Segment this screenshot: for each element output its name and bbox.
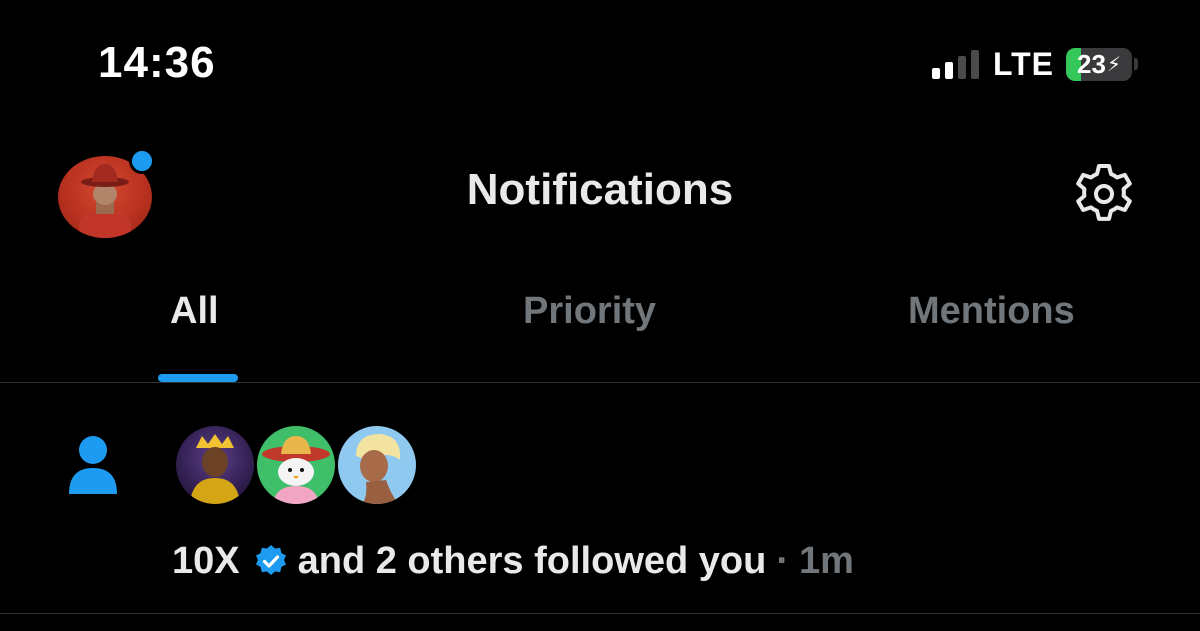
tab-all[interactable]: All <box>170 290 219 382</box>
verified-badge-icon <box>255 545 286 575</box>
notifications-screen: 14:36 LTE 23 ⚡ Notifications All Priority… <box>0 0 1200 631</box>
battery-nub <box>1134 58 1138 70</box>
battery-percent: 23 <box>1077 48 1106 79</box>
signal-strength-icon <box>931 49 979 79</box>
tab-priority[interactable]: Priority <box>523 290 656 382</box>
notification-text: 10X and 2 others followed you · 1m <box>172 537 854 585</box>
penguin-sombrero-avatar[interactable] <box>255 424 337 506</box>
status-time: 14:36 <box>98 38 216 87</box>
follower-name[interactable]: 10X <box>172 540 240 583</box>
battery-icon: 23 ⚡ <box>1066 47 1132 81</box>
king-avatar[interactable] <box>174 424 256 506</box>
blonde-woman-avatar[interactable] <box>336 424 418 506</box>
notification-time: 1m <box>799 539 854 582</box>
person-icon <box>69 436 117 494</box>
tab-mentions[interactable]: Mentions <box>908 290 1075 382</box>
tabs-divider <box>0 382 1200 383</box>
notification-separator: · <box>776 539 789 582</box>
notification-tabs: All Priority Mentions <box>0 290 1200 382</box>
status-indicators: LTE 23 ⚡ <box>931 45 1138 82</box>
charging-bolt-icon: ⚡ <box>1106 53 1121 76</box>
page-title: Notifications <box>466 165 734 214</box>
notification-divider <box>0 613 1200 614</box>
gear-icon[interactable] <box>1072 162 1136 226</box>
notification-message: and 2 others followed you <box>297 539 767 582</box>
network-type: LTE <box>992 45 1054 82</box>
active-tab-indicator <box>158 374 238 382</box>
